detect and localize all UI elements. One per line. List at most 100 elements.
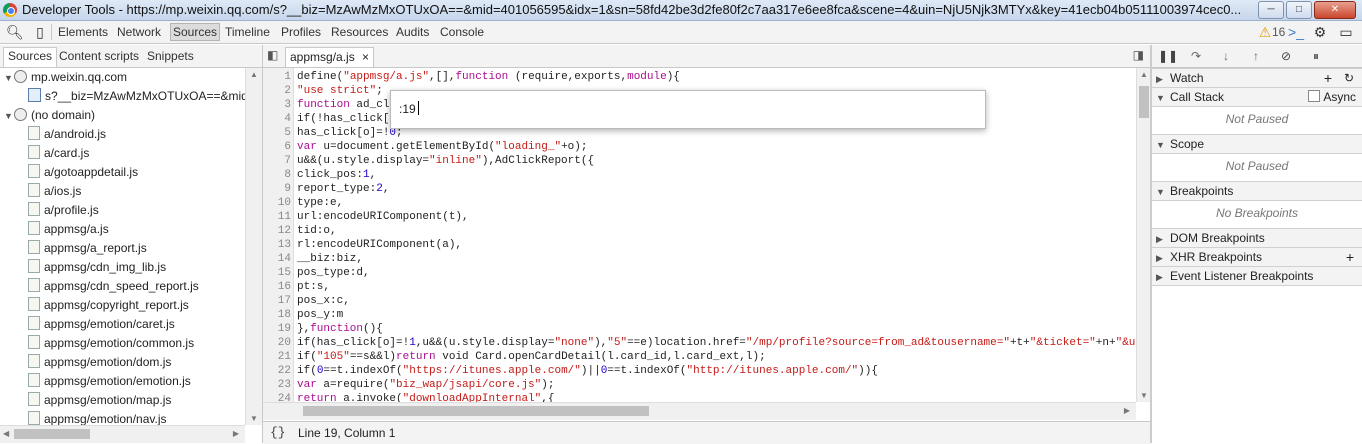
device-mode-icon[interactable]: ▯ — [32, 24, 48, 40]
line-number[interactable]: 13 — [263, 238, 291, 252]
tree-file-item[interactable]: a/gotoappdetail.js — [28, 163, 138, 182]
tree-file-item[interactable]: appmsg/emotion/dom.js — [28, 353, 171, 372]
line-number[interactable]: 7 — [263, 154, 291, 168]
pause-icon[interactable]: ❚❚ — [1158, 48, 1178, 64]
gear-icon[interactable]: ⚙ — [1312, 24, 1328, 40]
line-number[interactable]: 5 — [263, 126, 291, 140]
line-number[interactable]: 10 — [263, 196, 291, 210]
debugger-sidebar: ▶ Watch + ↻ ▼ Call Stack Async Not Paused … — [1152, 68, 1362, 443]
tree-file-item[interactable]: appmsg/emotion/emotion.js — [28, 372, 191, 391]
tree-file-item[interactable]: appmsg/cdn_speed_report.js — [28, 277, 199, 296]
tree-file-item[interactable]: a/profile.js — [28, 201, 99, 220]
editor-tab-a-js[interactable]: appmsg/a.js × — [285, 47, 375, 67]
refresh-icon[interactable]: ↻ — [1344, 69, 1354, 87]
close-window-button[interactable]: ✕ — [1314, 1, 1356, 19]
call-stack-pane-header[interactable]: ▼ Call Stack Async — [1152, 87, 1362, 107]
tree-file-item[interactable]: appmsg/a.js — [28, 220, 109, 239]
goto-line-input[interactable]: :19 — [399, 102, 416, 116]
console-drawer-icon[interactable]: >_ — [1288, 24, 1304, 40]
maximize-button[interactable]: □ — [1286, 1, 1312, 19]
tree-file-item[interactable]: appmsg/a_report.js — [28, 239, 147, 258]
line-number[interactable]: 1 — [263, 70, 291, 84]
dock-icon[interactable]: ▭ — [1338, 24, 1354, 40]
line-number[interactable]: 23 — [263, 378, 291, 392]
line-number[interactable]: 9 — [263, 182, 291, 196]
chrome-logo-icon — [3, 3, 17, 17]
breakpoints-pane-header[interactable]: ▼ Breakpoints — [1152, 181, 1362, 201]
tab-timeline[interactable]: Timeline — [223, 24, 272, 40]
line-number[interactable]: 8 — [263, 168, 291, 182]
editor-vscrollbar[interactable]: ▲ ▼ — [1136, 68, 1151, 402]
toggle-navigator-icon[interactable]: ◧ — [267, 48, 278, 62]
pause-on-exceptions-icon[interactable]: ⏸ — [1308, 48, 1324, 64]
tree-page-file[interactable]: s?__biz=MzAwMzMxOTUxOA==&mid — [28, 87, 245, 106]
file-icon — [28, 297, 40, 311]
tab-network[interactable]: Network — [115, 24, 163, 40]
tree-file-item[interactable]: appmsg/emotion/nav.js — [28, 410, 167, 425]
line-number[interactable]: 24 — [263, 392, 291, 402]
line-number[interactable]: 22 — [263, 364, 291, 378]
close-tab-icon[interactable]: × — [362, 50, 369, 64]
tree-file-item[interactable]: appmsg/copyright_report.js — [28, 296, 189, 315]
line-number[interactable]: 4 — [263, 112, 291, 126]
add-xhr-breakpoint-icon[interactable]: + — [1346, 248, 1354, 266]
search-icon[interactable]: 🔍︎ — [6, 24, 24, 40]
editor-tabs: ◧ appmsg/a.js × ◨ — [263, 45, 1150, 68]
step-out-icon[interactable]: ↑ — [1248, 48, 1264, 64]
dom-breakpoints-pane-header[interactable]: ▶ DOM Breakpoints — [1152, 228, 1362, 248]
add-watch-icon[interactable]: + — [1324, 69, 1332, 87]
navigator-hscrollbar[interactable]: ◀ ▶ — [0, 425, 245, 443]
line-number[interactable]: 19 — [263, 322, 291, 336]
line-number[interactable]: 21 — [263, 350, 291, 364]
globe-icon — [14, 70, 27, 83]
line-number[interactable]: 17 — [263, 294, 291, 308]
line-number[interactable]: 6 — [263, 140, 291, 154]
event-listener-breakpoints-pane-header[interactable]: ▶ Event Listener Breakpoints — [1152, 266, 1362, 286]
toggle-debugger-icon[interactable]: ◨ — [1133, 48, 1144, 62]
step-over-icon[interactable]: ↷ — [1188, 48, 1204, 64]
watch-pane-header[interactable]: ▶ Watch + ↻ — [1152, 68, 1362, 88]
step-into-icon[interactable]: ↓ — [1218, 48, 1234, 64]
tab-content-scripts[interactable]: Content scripts — [55, 48, 143, 65]
tree-file-item[interactable]: a/card.js — [28, 144, 89, 163]
file-icon — [28, 259, 40, 273]
line-number[interactable]: 3 — [263, 98, 291, 112]
tab-profiles[interactable]: Profiles — [279, 24, 323, 40]
scope-pane-header[interactable]: ▼ Scope — [1152, 134, 1362, 154]
tree-file-item[interactable]: appmsg/emotion/common.js — [28, 334, 194, 353]
tree-file-item[interactable]: appmsg/emotion/caret.js — [28, 315, 175, 334]
line-number[interactable]: 15 — [263, 266, 291, 280]
navigator-vscrollbar[interactable]: ▲ ▼ — [245, 68, 262, 425]
tree-file-item[interactable]: a/android.js — [28, 125, 106, 144]
tab-audits[interactable]: Audits — [394, 24, 431, 40]
tree-file-item[interactable]: appmsg/emotion/map.js — [28, 391, 171, 410]
line-number[interactable]: 14 — [263, 252, 291, 266]
window-titlebar: Developer Tools - https://mp.weixin.qq.c… — [0, 0, 1362, 21]
tab-sources-nav[interactable]: Sources — [3, 47, 58, 67]
line-number[interactable]: 2 — [263, 84, 291, 98]
line-number[interactable]: 12 — [263, 224, 291, 238]
line-number[interactable]: 11 — [263, 210, 291, 224]
scope-empty: Not Paused — [1225, 159, 1289, 173]
line-number[interactable]: 20 — [263, 336, 291, 350]
tab-sources[interactable]: Sources — [170, 23, 221, 41]
tab-elements[interactable]: Elements — [56, 24, 110, 40]
line-number[interactable]: 18 — [263, 308, 291, 322]
tree-file-item[interactable]: appmsg/cdn_img_lib.js — [28, 258, 166, 277]
warning-count[interactable]: 16 — [1270, 24, 1287, 40]
async-checkbox[interactable] — [1308, 90, 1321, 102]
tab-console[interactable]: Console — [438, 24, 486, 40]
tree-file-item[interactable]: a/ios.js — [28, 182, 81, 201]
tab-resources[interactable]: Resources — [329, 24, 390, 40]
deactivate-breakpoints-icon[interactable]: ⊘ — [1278, 48, 1294, 64]
line-number[interactable]: 16 — [263, 280, 291, 294]
minimize-button[interactable]: ─ — [1258, 1, 1284, 19]
tree-domain-none[interactable]: ▼ (no domain) — [4, 106, 95, 125]
file-icon — [28, 411, 40, 425]
editor-hscrollbar[interactable]: ▶ — [263, 402, 1136, 420]
tree-domain-weixin[interactable]: ▼ mp.weixin.qq.com — [4, 68, 127, 87]
tab-snippets[interactable]: Snippets — [143, 48, 198, 65]
xhr-breakpoints-pane-header[interactable]: ▶ XHR Breakpoints + — [1152, 247, 1362, 267]
pretty-print-icon[interactable]: {} — [270, 425, 286, 440]
goto-line-dialog[interactable]: :19 — [390, 90, 986, 129]
